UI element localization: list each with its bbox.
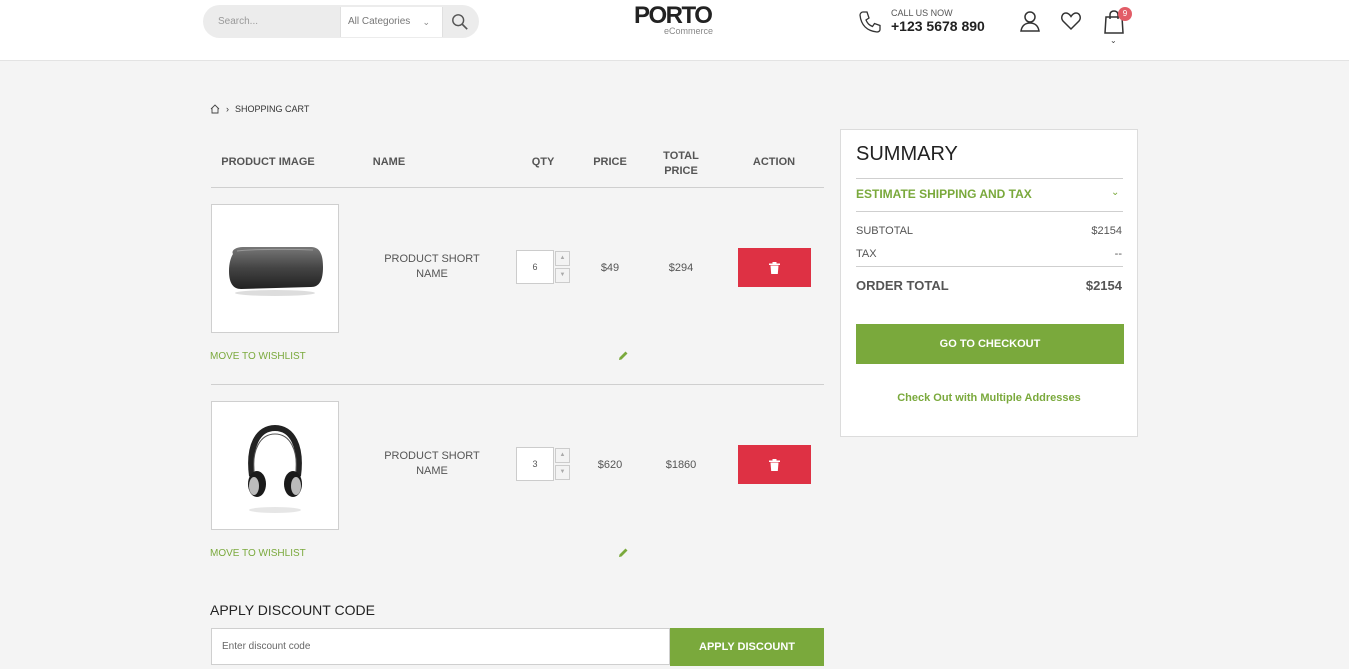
summary-title: SUMMARY <box>856 143 958 165</box>
discount-title: APPLY DISCOUNT CODE <box>210 602 375 618</box>
breadcrumb: › SHOPPING CART <box>210 104 309 114</box>
call-label: CALL US NOW <box>891 8 953 18</box>
quantity-decrease-button[interactable]: ▼ <box>555 268 570 283</box>
divider <box>856 266 1123 267</box>
chevron-down-icon: ⌄ <box>422 17 430 27</box>
user-icon[interactable] <box>1019 10 1041 32</box>
move-to-wishlist-link[interactable]: MOVE TO WISHLIST <box>210 548 306 559</box>
headphones-image <box>248 424 302 513</box>
chevron-right-icon: › <box>226 104 229 114</box>
divider <box>211 384 824 385</box>
divider <box>856 178 1123 179</box>
search-bar: All Categories ⌄ <box>203 5 479 38</box>
move-to-wishlist-link[interactable]: MOVE TO WISHLIST <box>210 351 306 362</box>
order-total-value: $2154 <box>1085 278 1122 293</box>
header-qty: QTY <box>531 156 555 168</box>
total-price: $294 <box>668 262 694 274</box>
tax-value: -- <box>1114 248 1122 260</box>
header-total-line1: TOTAL <box>663 150 699 162</box>
product-image[interactable] <box>211 204 339 333</box>
tax-label: TAX <box>856 248 877 260</box>
search-icon[interactable] <box>451 13 469 31</box>
category-select[interactable]: All Categories ⌄ <box>340 7 443 37</box>
quantity-decrease-button[interactable]: ▼ <box>555 465 570 480</box>
pencil-icon[interactable] <box>618 547 629 558</box>
logo[interactable]: PORTO eCommerce <box>634 3 719 39</box>
divider <box>211 187 824 188</box>
home-icon[interactable] <box>210 104 220 114</box>
quantity-increase-button[interactable]: ▲ <box>555 251 570 266</box>
subtotal-value: $2154 <box>1091 225 1122 237</box>
header-price: PRICE <box>593 156 627 168</box>
multiple-addresses-link[interactable]: Check Out with Multiple Addresses <box>841 392 1137 404</box>
heart-icon[interactable] <box>1060 10 1082 32</box>
product-name-line1: PRODUCT SHORT <box>384 450 480 462</box>
unit-price: $49 <box>600 262 620 274</box>
logo-subtext: eCommerce <box>663 26 713 36</box>
chevron-down-icon[interactable]: ⌄ <box>1110 36 1117 45</box>
unit-price: $620 <box>597 459 623 471</box>
search-input[interactable] <box>203 5 339 38</box>
product-image[interactable] <box>211 401 339 530</box>
discount-code-input[interactable] <box>211 628 670 665</box>
estimate-shipping-toggle[interactable]: ESTIMATE SHIPPING AND TAX <box>856 187 1032 201</box>
pencil-icon[interactable] <box>618 350 629 361</box>
quantity-increase-button[interactable]: ▲ <box>555 448 570 463</box>
speaker-image <box>229 246 323 296</box>
product-name[interactable]: PRODUCT SHORT NAME <box>372 252 492 282</box>
chevron-down-icon[interactable]: ⌄ <box>1111 187 1119 198</box>
header-name: NAME <box>372 156 406 168</box>
product-name-line2: NAME <box>416 268 448 280</box>
product-name-line1: PRODUCT SHORT <box>384 253 480 265</box>
order-total-label: ORDER TOTAL <box>856 278 949 293</box>
quantity-input[interactable]: 3 <box>516 447 554 481</box>
checkout-button[interactable]: GO TO CHECKOUT <box>856 324 1124 364</box>
quantity-input[interactable]: 6 <box>516 250 554 284</box>
order-summary: SUMMARY ESTIMATE SHIPPING AND TAX ⌄ SUBT… <box>840 129 1138 437</box>
phone-icon <box>859 11 881 33</box>
divider <box>856 211 1123 212</box>
delete-button[interactable] <box>738 445 811 484</box>
cart-count-badge: 9 <box>1118 7 1132 21</box>
site-header: All Categories ⌄ PORTO eCommerce CALL US… <box>0 0 1349 61</box>
header-total-line2: PRICE <box>664 165 698 177</box>
apply-discount-button[interactable]: APPLY DISCOUNT <box>670 628 824 666</box>
breadcrumb-current: SHOPPING CART <box>235 104 310 114</box>
call-number[interactable]: +123 5678 890 <box>891 18 985 34</box>
category-label: All Categories <box>348 16 411 27</box>
trash-icon <box>769 458 780 471</box>
product-name-line2: NAME <box>416 465 448 477</box>
subtotal-label: SUBTOTAL <box>856 225 914 237</box>
total-price: $1860 <box>665 459 697 471</box>
header-total-price: TOTAL PRICE <box>651 149 711 179</box>
product-name[interactable]: PRODUCT SHORT NAME <box>372 449 492 479</box>
header-product-image: PRODUCT IMAGE <box>221 156 315 168</box>
trash-icon <box>769 261 780 274</box>
delete-button[interactable] <box>738 248 811 287</box>
header-action: ACTION <box>752 156 796 168</box>
